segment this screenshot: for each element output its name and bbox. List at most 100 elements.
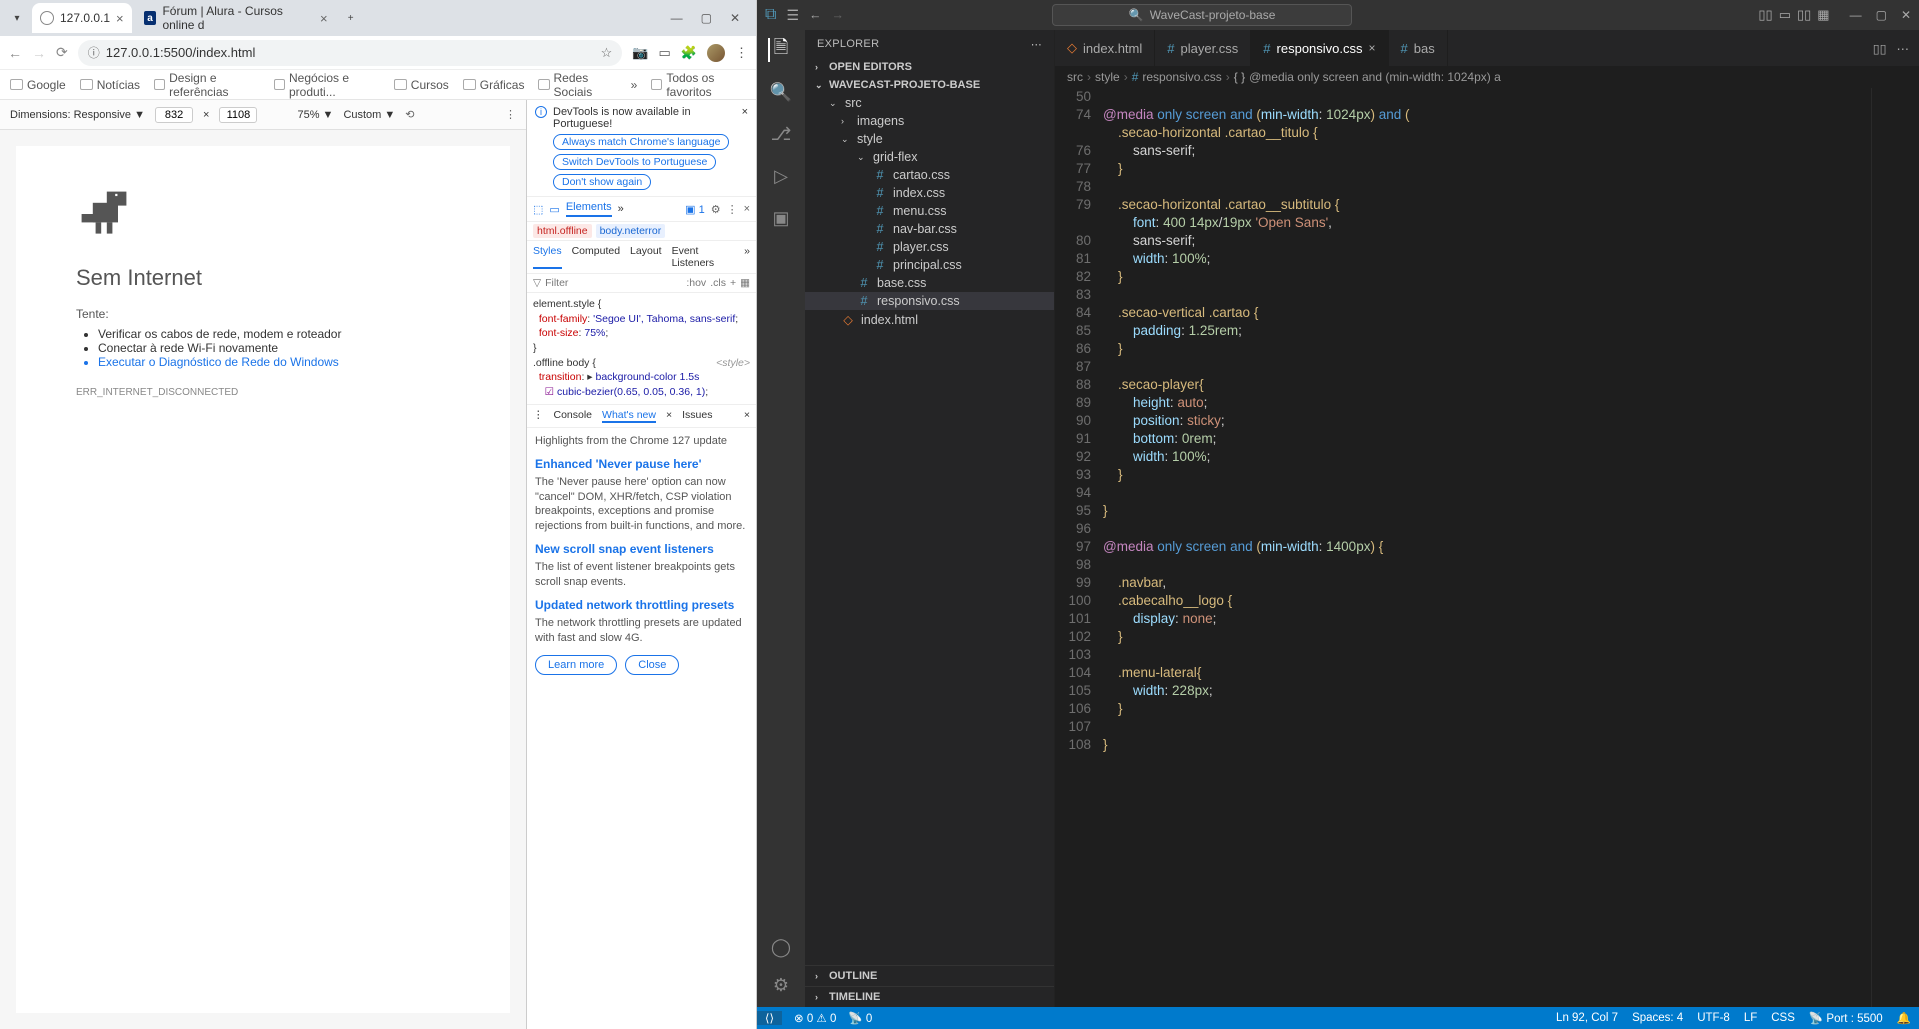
close-devtools-icon[interactable]: × bbox=[744, 203, 750, 216]
wn-heading-3[interactable]: Updated network throttling presets bbox=[535, 598, 748, 612]
chip-switch-pt[interactable]: Switch DevTools to Portuguese bbox=[553, 154, 716, 170]
add-rule-icon[interactable]: + bbox=[730, 277, 736, 289]
subtab-styles[interactable]: Styles bbox=[533, 245, 562, 269]
extensions-icon[interactable]: ▣ bbox=[769, 206, 793, 230]
crumb-body[interactable]: body.neterror bbox=[596, 224, 666, 238]
more-icon[interactable]: ⋮ bbox=[735, 45, 748, 61]
subtab-eventlisteners[interactable]: Event Listeners bbox=[672, 245, 735, 269]
language-mode[interactable]: CSS bbox=[1771, 1012, 1795, 1024]
layout-icon[interactable]: ▭ bbox=[1779, 7, 1791, 23]
source-control-icon[interactable]: ⎇ bbox=[769, 122, 793, 146]
close-tab-icon[interactable]: × bbox=[1369, 41, 1376, 55]
folder-src[interactable]: ⌄src bbox=[805, 94, 1054, 112]
ports-indicator[interactable]: 📡 0 bbox=[848, 1011, 872, 1025]
code-lines[interactable]: @media only screen and (min-width: 1024p… bbox=[1103, 88, 1871, 1007]
nav-forward-icon[interactable]: → bbox=[832, 8, 845, 22]
width-input[interactable] bbox=[155, 107, 193, 123]
file-responsivo[interactable]: #responsivo.css bbox=[805, 292, 1054, 310]
drawer-more-icon[interactable]: ⋮ bbox=[533, 409, 544, 423]
new-tab-button[interactable]: + bbox=[340, 7, 362, 29]
errors-indicator[interactable]: ⊗ 0 ⚠ 0 bbox=[794, 1011, 836, 1025]
wn-heading-1[interactable]: Enhanced 'Never pause here' bbox=[535, 457, 748, 471]
reload-button[interactable]: ⟳ bbox=[56, 44, 68, 61]
folder-grid-flex[interactable]: ⌄grid-flex bbox=[805, 148, 1054, 166]
file-player[interactable]: #player.css bbox=[805, 238, 1054, 256]
indent-indicator[interactable]: Spaces: 4 bbox=[1632, 1012, 1683, 1024]
minimize-icon[interactable]: — bbox=[671, 11, 683, 25]
file-menu[interactable]: #menu.css bbox=[805, 202, 1054, 220]
tab-elements[interactable]: Elements bbox=[566, 201, 612, 217]
bookmark[interactable]: Design e referências bbox=[154, 71, 260, 99]
bookmark[interactable]: Gráficas bbox=[463, 78, 525, 92]
open-editors-section[interactable]: ›OPEN EDITORS bbox=[805, 58, 1054, 76]
crumb-html[interactable]: html.offline bbox=[533, 224, 592, 238]
learn-more-button[interactable]: Learn more bbox=[535, 655, 617, 675]
maximize-icon[interactable]: ▢ bbox=[1876, 8, 1887, 22]
chip-dont-show[interactable]: Don't show again bbox=[553, 174, 651, 190]
drawer-whatsnew-close[interactable]: × bbox=[666, 409, 672, 423]
device-mode-icon[interactable]: ▭ bbox=[549, 203, 559, 216]
file-base[interactable]: #base.css bbox=[805, 274, 1054, 292]
settings-gear-icon[interactable]: ⚙ bbox=[769, 973, 793, 997]
height-input[interactable] bbox=[219, 107, 257, 123]
subtab-computed[interactable]: Computed bbox=[572, 245, 620, 269]
search-icon[interactable]: 🔍 bbox=[769, 80, 793, 104]
diagnostic-link[interactable]: Executar o Diagnóstico de Rede do Window… bbox=[98, 355, 450, 369]
file-navbar[interactable]: #nav-bar.css bbox=[805, 220, 1054, 238]
minimize-icon[interactable]: — bbox=[1850, 8, 1862, 22]
tab-player-css[interactable]: #player.css bbox=[1155, 30, 1251, 66]
tab-dropdown[interactable]: ▾ bbox=[6, 7, 28, 29]
site-info-icon[interactable]: ⓘ bbox=[88, 44, 100, 61]
menu-icon[interactable]: ☰ bbox=[786, 7, 799, 24]
bookmark[interactable]: Cursos bbox=[394, 78, 449, 92]
command-center[interactable]: 🔍 WaveCast-projeto-base bbox=[1052, 4, 1352, 26]
all-bookmarks[interactable]: Todos os favoritos bbox=[651, 71, 746, 99]
devbar-more-icon[interactable]: ⋮ bbox=[505, 108, 516, 121]
camera-icon[interactable]: 📷 bbox=[632, 45, 648, 61]
subtab-layout[interactable]: Layout bbox=[630, 245, 662, 269]
folder-imagens[interactable]: ›imagens bbox=[805, 112, 1054, 130]
issue-badge[interactable]: ▣ 1 bbox=[685, 203, 705, 216]
star-icon[interactable]: ☆ bbox=[601, 45, 613, 61]
tab-bas[interactable]: #bas bbox=[1389, 30, 1448, 66]
responsive-icon[interactable]: ▭ bbox=[659, 45, 671, 61]
notifications-icon[interactable]: 🔔 bbox=[1897, 1011, 1911, 1025]
project-section[interactable]: ⌄WAVECAST-PROJETO-BASE bbox=[805, 76, 1054, 94]
box-model-icon[interactable]: ▦ bbox=[740, 277, 750, 289]
inspect-icon[interactable]: ⬚ bbox=[533, 203, 543, 216]
code-editor[interactable]: 5074 76777879 80818283848586878889909192… bbox=[1055, 88, 1919, 1007]
close-window-icon[interactable]: ✕ bbox=[1901, 8, 1911, 22]
bookmark[interactable]: Redes Sociais bbox=[538, 71, 616, 99]
more-icon[interactable]: ⋯ bbox=[1031, 38, 1042, 51]
timeline-section[interactable]: ›TIMELINE bbox=[805, 986, 1054, 1007]
remote-indicator[interactable]: ⟨⟩ bbox=[757, 1011, 782, 1025]
more-icon[interactable]: ⋯ bbox=[1897, 41, 1910, 56]
settings-icon[interactable]: ⚙ bbox=[711, 203, 721, 216]
bookmark[interactable]: Negócios e produti... bbox=[274, 71, 380, 99]
chip-match-lang[interactable]: Always match Chrome's language bbox=[553, 134, 729, 150]
file-principal[interactable]: #principal.css bbox=[805, 256, 1054, 274]
address-bar[interactable]: ⓘ 127.0.0.1:5500/index.html ☆ bbox=[78, 40, 623, 66]
file-index-html[interactable]: ◇index.html bbox=[805, 310, 1054, 329]
back-button[interactable]: ← bbox=[8, 45, 22, 61]
drawer-issues[interactable]: Issues bbox=[682, 409, 712, 423]
tabs-overflow[interactable]: » bbox=[618, 203, 624, 215]
dimensions-dropdown[interactable]: Dimensions: Responsive ▼ bbox=[10, 109, 145, 121]
filter-input[interactable]: Filter bbox=[545, 277, 568, 289]
extensions-icon[interactable]: 🧩 bbox=[681, 45, 697, 61]
drawer-whatsnew[interactable]: What's new bbox=[602, 409, 656, 423]
account-icon[interactable]: ◯ bbox=[769, 935, 793, 959]
bookmark[interactable]: Notícias bbox=[80, 78, 140, 92]
wn-heading-2[interactable]: New scroll snap event listeners bbox=[535, 542, 748, 556]
outline-section[interactable]: ›OUTLINE bbox=[805, 965, 1054, 986]
close-tab-icon[interactable]: × bbox=[116, 11, 124, 26]
more-icon[interactable]: ⋮ bbox=[727, 203, 738, 216]
layout-icon[interactable]: ▯▯ bbox=[1797, 7, 1811, 23]
styles-pane[interactable]: element.style { font-family: 'Segoe UI',… bbox=[527, 293, 756, 405]
hov-toggle[interactable]: :hov bbox=[686, 277, 706, 289]
bookmarks-overflow[interactable]: » bbox=[631, 78, 638, 92]
run-debug-icon[interactable]: ▷ bbox=[769, 164, 793, 188]
encoding-indicator[interactable]: UTF-8 bbox=[1697, 1012, 1730, 1024]
split-editor-icon[interactable]: ▯▯ bbox=[1873, 41, 1887, 56]
file-index-css[interactable]: #index.css bbox=[805, 184, 1054, 202]
